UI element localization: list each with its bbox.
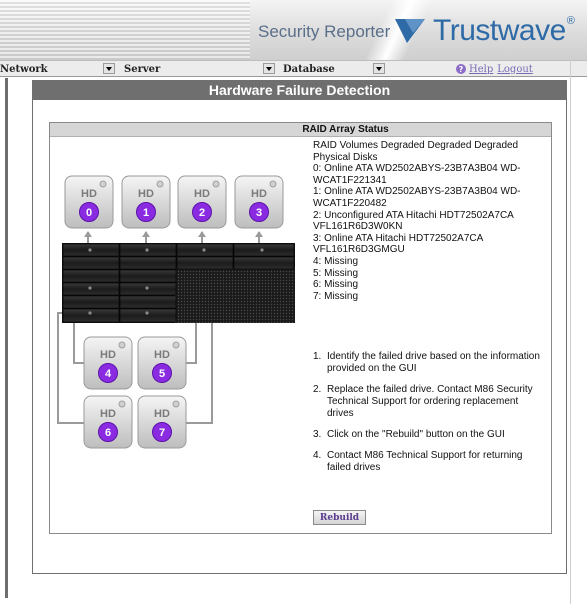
instruction-text: Identify the failed drive based on the i… bbox=[327, 351, 540, 374]
nav-database-menu[interactable]: Database bbox=[283, 62, 335, 76]
hd-number: 0 bbox=[86, 207, 92, 219]
rebuild-button[interactable]: Rebuild bbox=[313, 510, 366, 525]
right-divider bbox=[570, 60, 571, 604]
instruction-number: 4. bbox=[313, 450, 322, 461]
network-dropdown-icon[interactable] bbox=[103, 63, 115, 74]
status-line: 6: Missing bbox=[313, 279, 359, 291]
instruction-text: Replace the failed drive. Contact M86 Se… bbox=[327, 384, 533, 419]
hard-drive-3-icon[interactable]: HD 3 bbox=[234, 175, 284, 229]
status-line: WCAT1F220482 bbox=[313, 197, 387, 209]
hd-label: HD bbox=[100, 349, 116, 361]
hd-number: 3 bbox=[256, 207, 262, 219]
status-line: RAID Volumes Degraded Degraded Degraded bbox=[313, 140, 519, 151]
hd-label: HD bbox=[154, 408, 170, 420]
raid-panel-title: RAID Array Status bbox=[50, 123, 551, 137]
nav-network-label: Network bbox=[0, 63, 48, 75]
status-line: 7: Missing bbox=[313, 290, 359, 302]
help-logout-area: ? Help Logout bbox=[456, 62, 537, 76]
question-circle-icon[interactable]: ? bbox=[456, 64, 466, 74]
status-line: 2: Unconfigured ATA Hitachi HDT72502A7CA bbox=[313, 209, 514, 221]
hd-number: 6 bbox=[105, 427, 111, 439]
instruction-item: 1. Identify the failed drive based on th… bbox=[313, 351, 545, 375]
app-title: Security Reporter bbox=[258, 22, 391, 41]
trustwave-logo: Trustwave ® bbox=[393, 14, 575, 48]
status-line: 1: Online ATA WD2502ABYS-23B7A3B04 WD- bbox=[313, 186, 521, 198]
help-link[interactable]: Help bbox=[469, 64, 493, 75]
hd-label: HD bbox=[138, 188, 154, 200]
hd-label: HD bbox=[194, 188, 210, 200]
raid-status-text: RAID Volumes Degraded Degraded Degraded … bbox=[313, 140, 553, 302]
instruction-item: 2. Replace the failed drive. Contact M86… bbox=[313, 384, 545, 420]
instruction-item: 3. Click on the "Rebuild" button on the … bbox=[313, 429, 545, 441]
hd-number: 5 bbox=[159, 368, 165, 380]
hard-drive-5-icon[interactable]: HD 5 bbox=[137, 336, 187, 390]
instruction-number: 1. bbox=[313, 351, 322, 362]
hd-number: 4 bbox=[105, 368, 112, 380]
hd-number: 1 bbox=[143, 207, 149, 219]
hard-drive-0-icon[interactable]: HD 0 bbox=[64, 175, 114, 229]
instruction-number: 3. bbox=[313, 429, 322, 440]
instruction-text: Click on the "Rebuild" button on the GUI bbox=[327, 429, 505, 440]
header-stripes bbox=[0, 0, 250, 60]
hard-drive-7-icon[interactable]: HD 7 bbox=[137, 395, 187, 449]
hd-number: 2 bbox=[199, 207, 205, 219]
hd-label: HD bbox=[81, 188, 97, 200]
hd-label: HD bbox=[100, 408, 116, 420]
instruction-list: 1. Identify the failed drive based on th… bbox=[313, 351, 545, 483]
hard-drive-4-icon[interactable]: HD 4 bbox=[83, 336, 133, 390]
left-divider bbox=[5, 78, 8, 598]
status-line: WCAT1F221341 bbox=[313, 174, 387, 186]
status-line: VFL161R6D3GMGU bbox=[313, 244, 405, 256]
logout-link[interactable]: Logout bbox=[497, 64, 533, 75]
status-line: 3: Online ATA Hitachi HDT72502A7CA bbox=[313, 232, 484, 244]
hard-drive-2-icon[interactable]: HD 2 bbox=[177, 175, 227, 229]
nav-network-menu[interactable]: Network bbox=[0, 62, 48, 76]
hd-number: 7 bbox=[159, 427, 165, 439]
instruction-text: Contact M86 Technical Support for return… bbox=[327, 450, 523, 473]
nav-server-label: Server bbox=[124, 63, 161, 75]
status-line: VFL161R6D3W0KN bbox=[313, 221, 403, 233]
hd-label: HD bbox=[154, 349, 170, 361]
nav-bar: Network Server Database ? Help Logout bbox=[0, 60, 587, 77]
instruction-number: 2. bbox=[313, 384, 322, 395]
logo-text: Trustwave bbox=[433, 14, 566, 47]
page-title: Hardware Failure Detection bbox=[32, 80, 567, 100]
status-line: 5: Missing bbox=[313, 267, 359, 279]
trustwave-mark-icon bbox=[395, 19, 425, 43]
nav-database-label: Database bbox=[283, 63, 335, 75]
status-line: 0: Online ATA WD2502ABYS-23B7A3B04 WD- bbox=[313, 163, 521, 175]
instruction-item: 4. Contact M86 Technical Support for ret… bbox=[313, 450, 545, 474]
status-line: Physical Disks bbox=[313, 151, 378, 163]
logo-registered-mark: ® bbox=[566, 15, 575, 27]
hard-drive-6-icon[interactable]: HD 6 bbox=[83, 395, 133, 449]
server-dropdown-icon[interactable] bbox=[263, 63, 275, 74]
database-dropdown-icon[interactable] bbox=[373, 63, 385, 74]
status-line: 4: Missing bbox=[313, 255, 359, 267]
app-header: Security Reporter Trustwave ® bbox=[0, 0, 587, 60]
nav-server-menu[interactable]: Server bbox=[124, 62, 160, 76]
hard-drive-1-icon[interactable]: HD 1 bbox=[121, 175, 171, 229]
hd-label: HD bbox=[251, 188, 267, 200]
